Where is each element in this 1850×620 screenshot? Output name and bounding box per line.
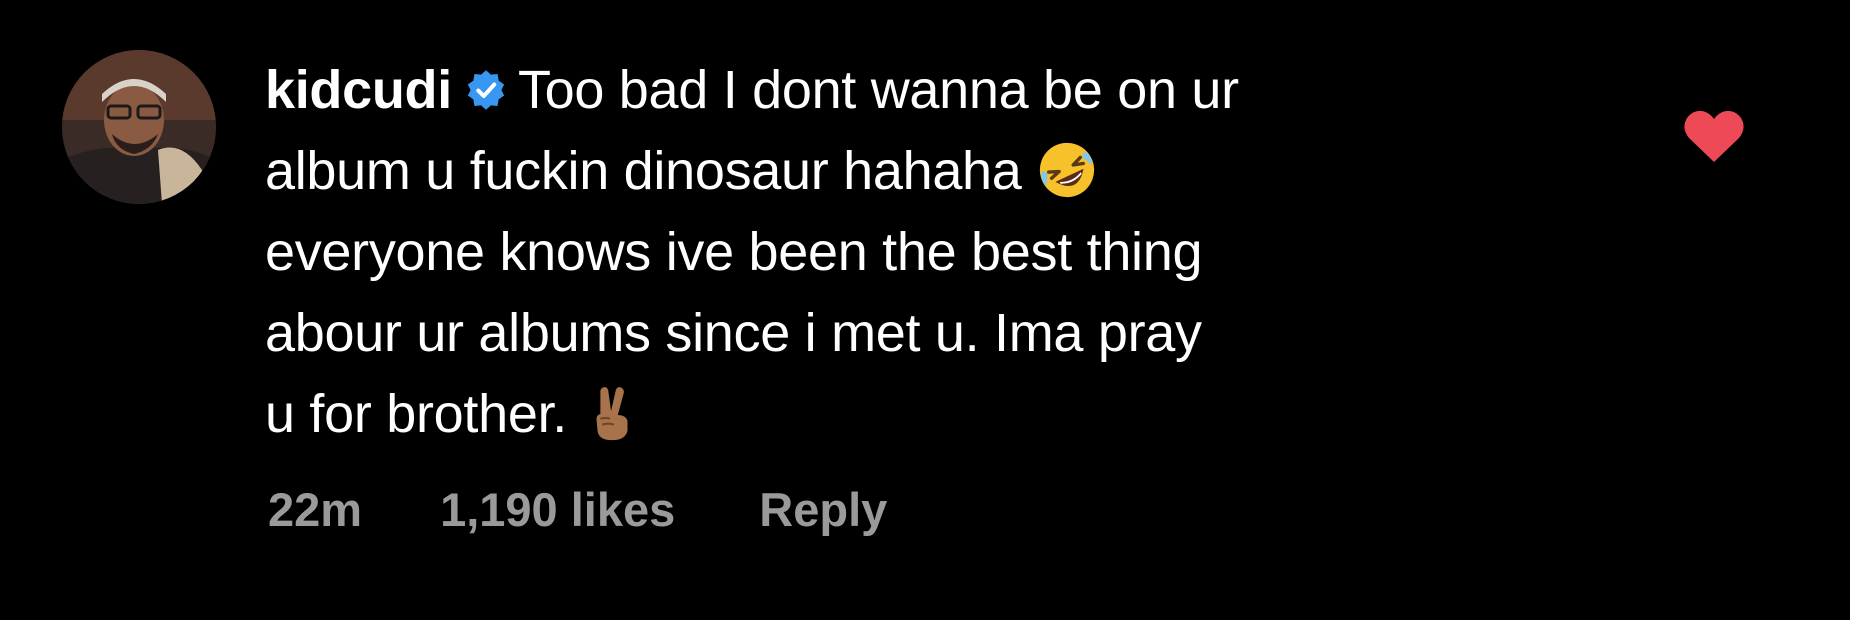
comment-line-5: u for brother.: [265, 384, 567, 444]
avatar[interactable]: [62, 50, 216, 204]
rolling-on-floor-laughing-emoji-icon: [1039, 142, 1094, 198]
likes-count[interactable]: 1,190 likes: [440, 482, 675, 537]
username[interactable]: kidcudi: [265, 60, 452, 120]
victory-hand-emoji-icon: [596, 387, 628, 441]
reply-button[interactable]: Reply: [759, 482, 887, 537]
comment: kidcudi Too bad I dont wanna be on ur al…: [0, 0, 1850, 620]
comment-line-1: Too bad I dont wanna be on ur: [517, 60, 1239, 120]
comment-line-4: abour ur albums since i met u. Ima pray: [265, 303, 1202, 363]
comment-line-3: everyone knows ive been the best thing: [265, 222, 1203, 282]
timestamp: 22m: [268, 483, 363, 536]
comment-text: kidcudi Too bad I dont wanna be on ur al…: [265, 50, 1565, 455]
verified-badge-icon: [467, 70, 505, 110]
comment-meta: 22m 1,190 likes Reply: [268, 482, 887, 537]
comment-line-2: album u fuckin dinosaur hahaha: [265, 141, 1022, 201]
heart-icon[interactable]: [1683, 108, 1745, 164]
avatar-image: [62, 50, 216, 204]
